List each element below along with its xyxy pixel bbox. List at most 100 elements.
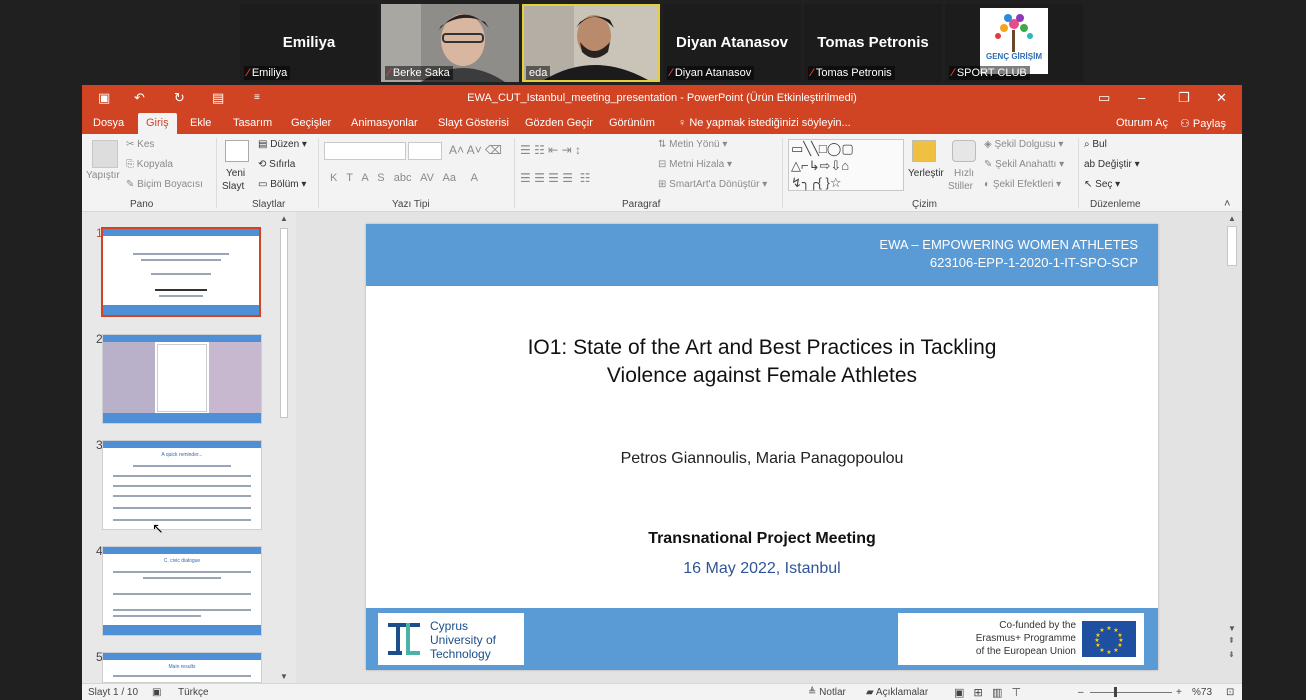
- participant-tile[interactable]: GENÇ GİRİŞİM ⁄ SPORT CLUB: [945, 4, 1083, 82]
- new-slide-button[interactable]: Yeni: [226, 168, 245, 179]
- close-icon[interactable]: ✕: [1216, 90, 1227, 106]
- thumbnail-slide-3[interactable]: A quick reminder...: [102, 440, 262, 530]
- participant-tile[interactable]: Diyan Atanasov ⁄ Diyan Atanasov: [663, 4, 801, 82]
- tab-slayt-gosterisi[interactable]: Slayt Gösterisi: [438, 117, 509, 129]
- participant-tile-active[interactable]: eda: [522, 4, 660, 82]
- tab-gecisler[interactable]: Geçişler: [291, 117, 331, 129]
- thumb-line: [151, 273, 211, 275]
- thumbnail-slide-2[interactable]: [102, 334, 262, 424]
- shape-fill-button[interactable]: ◈ Şekil Dolgusu ▾: [984, 139, 1063, 150]
- tab-gozden-gecir[interactable]: Gözden Geçir: [525, 117, 593, 129]
- new-slide-button-line2[interactable]: Slayt: [222, 181, 244, 192]
- share-button[interactable]: ⚇ Paylaş: [1180, 117, 1226, 130]
- tab-gorunum[interactable]: Görünüm: [609, 117, 655, 129]
- thumbnail-slide-5[interactable]: Main results: [102, 652, 262, 683]
- tab-tasarim[interactable]: Tasarım: [233, 117, 272, 129]
- participant-tile[interactable]: Tomas Petronis ⁄ Tomas Petronis: [804, 4, 942, 82]
- brush-icon: ✎: [126, 179, 138, 190]
- participant-name-large: Tomas Petronis: [817, 34, 929, 51]
- tab-ekle[interactable]: Ekle: [190, 117, 211, 129]
- thumbnails-scrollbar[interactable]: ▲ ▼: [278, 212, 290, 683]
- scroll-down-icon[interactable]: ▼: [1228, 624, 1236, 633]
- participant-tile[interactable]: ⁄ Berke Saka: [381, 4, 519, 82]
- font-format-buttons[interactable]: K T A S abc AV Aa A: [330, 172, 478, 184]
- thumb-line: [113, 615, 201, 617]
- layout-icon: ▤: [258, 139, 271, 150]
- participant-tile[interactable]: Emiliya ⁄ Emiliya: [240, 4, 378, 82]
- replace-button[interactable]: ab Değiştir ▾: [1084, 159, 1140, 170]
- zoom-level[interactable]: %73: [1192, 687, 1212, 698]
- current-slide[interactable]: EWA – EMPOWERING WOMEN ATHLETES 623106-EP…: [366, 224, 1158, 670]
- zoom-slider[interactable]: [1090, 692, 1172, 693]
- slide-footer-bar: Cyprus University of Technology Co-funde…: [366, 608, 1158, 670]
- comment-icon: ▰: [866, 687, 876, 698]
- paint-bucket-icon: ◈: [984, 139, 995, 150]
- fit-to-window-icon[interactable]: ⊡: [1226, 687, 1234, 698]
- font-size-select[interactable]: [408, 142, 442, 160]
- eu-line: Co-funded by the: [999, 620, 1076, 631]
- collapse-ribbon-icon[interactable]: ˄: [1224, 198, 1230, 210]
- notes-button[interactable]: ≜ Notlar: [808, 687, 846, 698]
- smartart-button[interactable]: ⊞ SmartArt'a Dönüştür ▾: [658, 179, 767, 190]
- sign-in-link[interactable]: Oturum Aç: [1116, 117, 1168, 129]
- format-painter-button[interactable]: ✎ Biçim Boyacısı: [126, 179, 203, 190]
- ribbon-display-icon[interactable]: ▭: [1098, 90, 1110, 106]
- thumbnail-slide-1[interactable]: [101, 227, 261, 317]
- zoom-out-icon[interactable]: –: [1078, 687, 1084, 698]
- list-buttons[interactable]: ☰ ☷ ⇤ ⇥ ↕: [520, 143, 581, 157]
- title-bar: ▣ ↶ ↻ ▤ ≡ EWA_CUT_Istanbul_meeting_prese…: [82, 85, 1242, 112]
- zoom-slider-thumb[interactable]: [1114, 687, 1117, 697]
- section-icon: ▭: [258, 179, 271, 190]
- thumb-line: [141, 259, 221, 261]
- thumbnail-slide-4[interactable]: C. civic dialogue: [102, 546, 262, 636]
- group-label-slaytlar: Slaytlar: [252, 199, 286, 210]
- font-size-buttons[interactable]: A˄ A˅ ⌫: [449, 143, 502, 157]
- zoom-in-icon[interactable]: +: [1176, 687, 1182, 698]
- layout-button[interactable]: ▤ Düzen ▾: [258, 139, 307, 150]
- scroll-down-icon[interactable]: ▼: [280, 672, 288, 681]
- ribbon: Yapıştır ✂ Kes ⎘ Kopyala ✎ Biçim Boyacıs…: [82, 134, 1242, 212]
- font-name-select[interactable]: [324, 142, 406, 160]
- cut-button[interactable]: ✂ Kes: [126, 139, 154, 150]
- copy-button[interactable]: ⎘ Kopyala: [126, 159, 173, 170]
- tell-me-box[interactable]: ♀ Ne yapmak istediğinizi söyleyin...: [678, 117, 851, 129]
- tab-dosya[interactable]: Dosya: [93, 117, 124, 129]
- editor-scrollbar[interactable]: ▲ ▼ ⇞ ⇟: [1226, 212, 1238, 683]
- tab-animasyonlar[interactable]: Animasyonlar: [351, 117, 418, 129]
- find-button[interactable]: ⌕ Bul: [1084, 139, 1107, 150]
- section-button[interactable]: ▭ Bölüm ▾: [258, 179, 306, 190]
- scroll-up-icon[interactable]: ▲: [1228, 214, 1236, 223]
- arrange-button[interactable]: Yerleştir: [908, 168, 944, 179]
- text-direction-button[interactable]: ⇅ Metin Yönü ▾: [658, 139, 727, 150]
- align-buttons[interactable]: ☰ ☰ ☰ ☰ ☷: [520, 171, 590, 185]
- slide-date[interactable]: 16 May 2022, Istanbul: [366, 560, 1158, 578]
- prev-slide-icon[interactable]: ⇞: [1228, 636, 1235, 645]
- spellcheck-icon[interactable]: ▣: [152, 687, 161, 698]
- scrollbar-thumb[interactable]: [1227, 226, 1237, 266]
- quick-styles-button[interactable]: Hızlı: [954, 168, 974, 179]
- slide-authors[interactable]: Petros Giannoulis, Maria Panagopoulou: [366, 450, 1158, 468]
- slide-meeting[interactable]: Transnational Project Meeting: [366, 530, 1158, 548]
- language-indicator[interactable]: Türkçe: [178, 687, 209, 698]
- reset-icon: ⟲: [258, 159, 270, 170]
- quick-styles-button-line2[interactable]: Stiller: [948, 181, 973, 192]
- align-text-button[interactable]: ⊟ Metni Hizala ▾: [658, 159, 732, 170]
- comments-button[interactable]: ▰ Açıklamalar: [866, 687, 928, 698]
- divider: [216, 138, 217, 208]
- thumb-line: [113, 485, 251, 487]
- reset-button[interactable]: ⟲ Sıfırla: [258, 159, 295, 170]
- slide-title[interactable]: IO1: State of the Art and Best Practices…: [366, 334, 1158, 390]
- svg-text:★: ★: [1106, 625, 1111, 632]
- select-button[interactable]: ↖ Seç ▾: [1084, 179, 1120, 190]
- shape-outline-button[interactable]: ✎ Şekil Anahattı ▾: [984, 159, 1064, 170]
- view-buttons[interactable]: ▣ ⊞ ▥ ⊤: [954, 686, 1021, 699]
- shape-effects-button[interactable]: ◐ Şekil Efektleri ▾: [984, 179, 1061, 190]
- shapes-gallery[interactable]: ▭╲╲□◯▢ △⌐↳⇨⇩⌂ ↯╮╭{ }☆: [788, 139, 904, 191]
- paste-button[interactable]: Yapıştır: [86, 170, 120, 181]
- scroll-up-icon[interactable]: ▲: [280, 214, 288, 223]
- tab-giris[interactable]: Giriş: [138, 113, 177, 134]
- minimize-icon[interactable]: –: [1138, 90, 1145, 105]
- next-slide-icon[interactable]: ⇟: [1228, 650, 1235, 659]
- scrollbar-thumb[interactable]: [280, 228, 288, 418]
- maximize-icon[interactable]: ❐: [1178, 90, 1190, 106]
